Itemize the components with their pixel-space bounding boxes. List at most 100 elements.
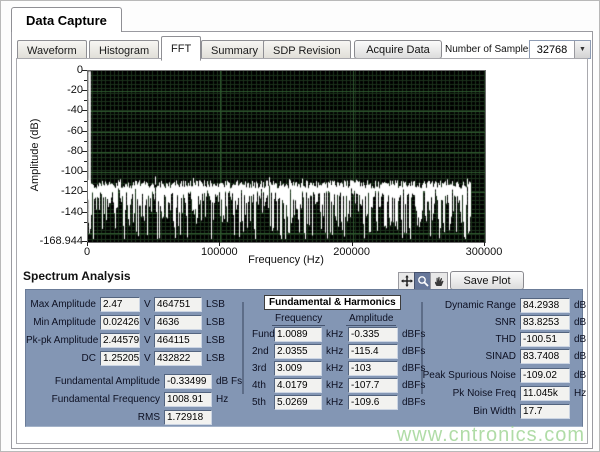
unit-label: dB Fs (212, 376, 242, 387)
acquire-data-button[interactable]: Acquire Data (354, 40, 442, 59)
y-tick-mark (82, 151, 87, 152)
field-label: Dynamic Range (366, 300, 520, 311)
field-label: Fundamental Frequency (26, 394, 164, 405)
unit-label: kHz (322, 329, 348, 340)
fft-plot-canvas[interactable] (87, 70, 486, 243)
field-label: Fundamental Amplitude (26, 376, 164, 387)
harmonic-freq-field[interactable]: 1.0089 (274, 327, 322, 342)
spectrum-analysis-panel: Max Amplitude 2.47 V 464751 LSB Min Ampl… (25, 289, 583, 427)
field-label: Min Amplitude (26, 317, 100, 328)
y-tick-label: -20 (67, 84, 83, 96)
min-amplitude-row: Min Amplitude 0.0242615 V 4636 LSB (26, 315, 225, 330)
harmonic-freq-field[interactable]: 4.0179 (274, 378, 322, 393)
dc-lsb-field[interactable]: 432822 (154, 351, 202, 366)
y-tick-label: -100 (61, 165, 83, 177)
y-tick-mark (82, 171, 87, 172)
dc-row: DC 1.25205 V 432822 LSB (26, 351, 225, 366)
number-of-samples-combo[interactable]: 32768 ▼ (529, 40, 591, 59)
bin-width-row: Bin Width 17.7 (366, 404, 574, 419)
save-plot-button[interactable]: Save Plot (450, 271, 524, 290)
unit-label: V (140, 353, 154, 364)
number-of-samples-value: 32768 (530, 41, 574, 58)
y-tick-mark (82, 90, 87, 91)
y-minor-tick-mark (84, 80, 87, 81)
sinad-field[interactable]: 83.7408 (520, 349, 570, 364)
y-minor-tick-mark (84, 141, 87, 142)
unit-label: dB (570, 351, 586, 362)
data-capture-tab-label: Data Capture (26, 13, 107, 28)
max-amplitude-lsb-field[interactable]: 464751 (154, 297, 202, 312)
watermark: www.cntronics.com (397, 424, 585, 447)
tab-data-capture[interactable]: Data Capture (11, 7, 122, 32)
thd-field[interactable]: -100.51 (520, 332, 570, 347)
field-label: Pk-pk Amplitude (26, 335, 100, 346)
y-minor-tick-mark (84, 222, 87, 223)
field-label: DC (26, 353, 100, 364)
y-tick-label: -40 (67, 104, 83, 116)
combo-dropdown-button[interactable]: ▼ (574, 41, 590, 58)
x-tick-mark (352, 242, 353, 246)
pkpk-amplitude-volts-field[interactable]: 2.44579 (100, 333, 140, 348)
x-tick-label: 100000 (201, 246, 238, 258)
pk-noise-freq-field[interactable]: 11.045k (520, 386, 570, 401)
peak-spurious-noise-field[interactable]: -109.02 (520, 368, 570, 383)
spectrum-analysis-title: Spectrum Analysis (23, 269, 131, 283)
unit-label: V (140, 299, 154, 310)
harmonic-freq-field[interactable]: 5.0269 (274, 395, 322, 410)
snr-row: SNR 83.8253 dB (366, 315, 586, 330)
panel-divider (242, 302, 244, 394)
min-amplitude-lsb-field[interactable]: 4636 (154, 315, 202, 330)
bin-width-field[interactable]: 17.7 (520, 404, 570, 419)
unit-label: V (140, 335, 154, 346)
snr-field[interactable]: 83.8253 (520, 315, 570, 330)
crosshair-icon (401, 275, 413, 287)
rms-field[interactable]: 1.72918 (164, 410, 212, 425)
x-axis-label: Frequency (Hz) (248, 254, 324, 266)
sinad-row: SINAD 83.7408 dB (366, 349, 586, 364)
max-amplitude-volts-field[interactable]: 2.47 (100, 297, 140, 312)
x-tick-mark (87, 242, 88, 246)
magnifier-icon (417, 275, 429, 287)
thd-row: THD -100.51 dB (366, 332, 586, 347)
unit-label: V (140, 317, 154, 328)
data-capture-window: Data Capture Waveform Histogram FFT Summ… (0, 0, 600, 452)
unit-label: kHz (322, 380, 348, 391)
y-tick-label: -140 (61, 206, 83, 218)
dc-volts-field[interactable]: 1.25205 (100, 351, 140, 366)
y-tick-label: -120 (61, 185, 83, 197)
field-label: Peak Spurious Noise (366, 370, 520, 381)
fundamental-frequency-field[interactable]: 1008.91 (164, 392, 212, 407)
dynamic-range-field[interactable]: 84.2938 (520, 298, 570, 313)
field-label: RMS (26, 412, 164, 423)
unit-label: LSB (202, 299, 225, 310)
unit-label: dB (570, 317, 586, 328)
fundamental-amplitude-field[interactable]: -0.33499 (164, 374, 212, 389)
x-tick-mark (484, 242, 485, 246)
unit-label: Hz (570, 388, 586, 399)
min-amplitude-volts-field[interactable]: 0.0242615 (100, 315, 140, 330)
tab-fft[interactable]: FFT (161, 36, 201, 61)
pan-tool-button[interactable] (430, 272, 448, 290)
pkpk-amplitude-row: Pk-pk Amplitude 2.44579 V 464115 LSB (26, 333, 225, 348)
unit-label: kHz (322, 346, 348, 357)
peak-spurious-noise-row: Peak Spurious Noise -109.02 dB (366, 368, 586, 383)
y-tick-label: -80 (67, 145, 83, 157)
field-label: Pk Noise Freq (366, 388, 520, 399)
fundamental-frequency-row: Fundamental Frequency 1008.91 Hz (26, 392, 228, 407)
number-of-samples-label: Number of Samples (445, 44, 533, 55)
y-tick-label: -60 (67, 125, 83, 137)
fundamental-amplitude-row: Fundamental Amplitude -0.33499 dB Fs (26, 374, 242, 389)
x-tick-mark (219, 242, 220, 246)
y-tick-mark (82, 131, 87, 132)
y-minor-tick-mark (84, 100, 87, 101)
dynamic-range-row: Dynamic Range 84.2938 dB (366, 298, 586, 313)
x-tick-label: 300000 (466, 246, 503, 258)
harmonic-freq-field[interactable]: 3.009 (274, 361, 322, 376)
harmonic-freq-field[interactable]: 2.0355 (274, 344, 322, 359)
field-label: THD (366, 334, 520, 345)
pkpk-amplitude-lsb-field[interactable]: 464115 (154, 333, 202, 348)
y-tick-mark (82, 110, 87, 111)
hand-icon (433, 275, 445, 287)
rms-row: RMS 1.72918 (26, 410, 216, 425)
field-label: SNR (366, 317, 520, 328)
